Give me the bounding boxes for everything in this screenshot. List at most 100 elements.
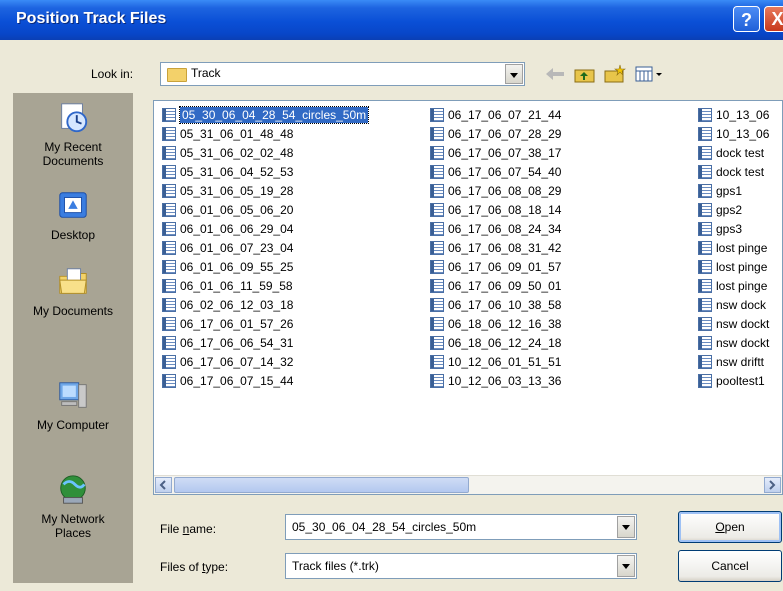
list-item[interactable]: 06_17_06_08_31_42 [428,239,561,258]
place-desktop[interactable]: Desktop [13,189,133,242]
list-item[interactable]: 06_02_06_12_03_18 [160,296,368,315]
list-item[interactable]: 06_17_06_06_54_31 [160,334,368,353]
place-network-places[interactable]: My Network Places [13,473,133,540]
file-type-value: Track files (*.trk) [292,559,379,573]
track-file-icon [698,203,712,217]
up-folder-icon[interactable] [572,64,598,84]
track-file-icon [698,184,712,198]
list-item[interactable]: 06_17_06_07_14_32 [160,353,368,372]
track-file-icon [162,108,176,122]
list-item[interactable]: 05_31_06_02_02_48 [160,144,368,163]
title-bar[interactable]: Position Track Files ? X [0,0,783,40]
open-button[interactable]: Open [678,511,782,543]
list-item[interactable]: lost pinge [696,258,769,277]
track-file-icon [430,317,444,331]
track-file-icon [162,260,176,274]
list-item[interactable]: dock test [696,163,769,182]
list-item[interactable]: 06_17_06_09_01_57 [428,258,561,277]
track-file-icon [430,108,444,122]
place-my-documents[interactable]: My Documents [13,265,133,318]
list-item[interactable]: nsw dock [696,296,769,315]
list-item[interactable]: 06_01_06_11_59_58 [160,277,368,296]
track-file-icon [698,279,712,293]
list-item[interactable]: lost pinge [696,277,769,296]
list-item[interactable]: 06_17_06_07_54_40 [428,163,561,182]
track-file-icon [430,374,444,388]
list-item[interactable]: 06_01_06_09_55_25 [160,258,368,277]
list-item[interactable]: 06_17_06_07_15_44 [160,372,368,391]
list-item[interactable]: 06_18_06_12_16_38 [428,315,561,334]
list-item[interactable]: pooltest1 [696,372,769,391]
cancel-button[interactable]: Cancel [678,550,782,582]
track-file-icon [698,127,712,141]
desktop-icon [59,192,87,218]
track-file-icon [162,298,176,312]
list-item[interactable]: 06_17_06_07_28_29 [428,125,561,144]
list-item[interactable]: nsw driftt [696,353,769,372]
chevron-down-icon[interactable] [617,555,635,577]
file-type-select[interactable]: Track files (*.trk) [285,553,637,579]
help-button[interactable]: ? [733,6,760,32]
chevron-down-icon[interactable] [617,516,635,538]
list-item[interactable]: 06_01_06_07_23_04 [160,239,368,258]
file-list-column-3: 10_13_06 10_13_06 dock test dock test gp… [696,106,769,391]
track-file-icon [698,317,712,331]
my-documents-icon [59,268,87,294]
place-my-computer-label: My Computer [36,418,110,432]
track-file-icon [430,165,444,179]
chevron-down-icon[interactable] [505,64,523,84]
track-file-icon [430,146,444,160]
view-menu-icon[interactable] [634,64,668,84]
track-file-icon [698,260,712,274]
list-item[interactable]: 06_18_06_12_24_18 [428,334,561,353]
place-my-documents-label: My Documents [32,304,114,318]
list-item[interactable]: 06_17_06_08_18_14 [428,201,561,220]
list-item[interactable]: lost pinge [696,239,769,258]
track-file-icon [430,298,444,312]
list-item[interactable]: dock test [696,144,769,163]
file-name-input[interactable]: 05_30_06_04_28_54_circles_50m [285,514,637,540]
list-item[interactable]: gps3 [696,220,769,239]
list-item[interactable]: 06_01_06_06_29_04 [160,220,368,239]
look-in-label: Look in: [91,67,134,81]
list-item[interactable]: 10_12_06_03_13_36 [428,372,561,391]
back-arrow-icon[interactable] [542,64,568,84]
list-item[interactable]: 06_17_06_01_57_26 [160,315,368,334]
list-item[interactable]: 06_17_06_08_08_29 [428,182,561,201]
list-item[interactable]: gps2 [696,201,769,220]
track-file-icon [698,222,712,236]
list-item[interactable]: 06_17_06_09_50_01 [428,277,561,296]
scroll-right-icon[interactable] [764,477,781,493]
list-item[interactable]: gps1 [696,182,769,201]
list-item[interactable]: nsw dockt [696,315,769,334]
track-file-icon [162,355,176,369]
file-type-label: Files of type: [160,560,229,574]
place-recent-documents[interactable]: My Recent Documents [13,101,133,168]
list-item[interactable]: 10_13_06 [696,106,769,125]
track-file-icon [430,355,444,369]
track-file-icon [698,146,712,160]
list-item[interactable]: 05_31_06_04_52_53 [160,163,368,182]
track-file-icon [430,279,444,293]
scroll-left-icon[interactable] [155,477,172,493]
track-file-icon [162,222,176,236]
scrollbar-thumb[interactable] [174,477,469,493]
track-file-icon [162,317,176,331]
list-item[interactable]: 06_17_06_10_38_58 [428,296,561,315]
close-button[interactable]: X [764,6,783,32]
list-item[interactable]: 06_17_06_08_24_34 [428,220,561,239]
list-item[interactable]: 05_31_06_01_48_48 [160,125,368,144]
look-in-dropdown[interactable]: Track [160,62,525,86]
list-item[interactable]: 06_17_06_07_38_17 [428,144,561,163]
horizontal-scrollbar[interactable] [154,475,782,494]
list-item[interactable]: 10_12_06_01_51_51 [428,353,561,372]
list-item[interactable]: 10_13_06 [696,125,769,144]
list-item[interactable]: 05_31_06_05_19_28 [160,182,368,201]
place-my-computer[interactable]: My Computer [13,379,133,432]
list-item[interactable]: 06_01_06_05_06_20 [160,201,368,220]
list-item[interactable]: nsw dockt [696,334,769,353]
list-item[interactable]: 05_30_06_04_28_54_circles_50m [160,106,370,125]
file-list[interactable]: 05_30_06_04_28_54_circles_50m 05_31_06_0… [153,100,783,495]
list-item[interactable]: 06_17_06_07_21_44 [428,106,561,125]
new-folder-icon[interactable] [602,64,628,84]
